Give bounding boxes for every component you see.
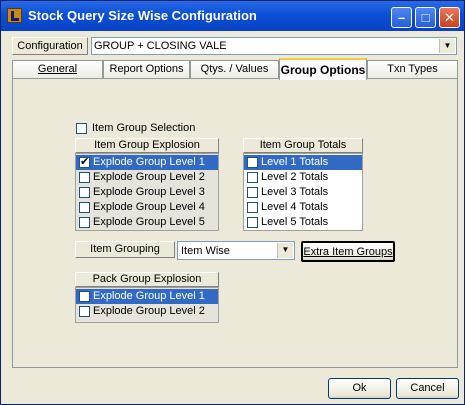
checkbox[interactable] xyxy=(79,306,90,317)
list-item[interactable]: Level 4 Totals xyxy=(244,200,362,215)
list-item[interactable]: Explode Group Level 4 xyxy=(76,200,218,215)
list-item[interactable]: Explode Group Level 1 xyxy=(76,289,218,304)
list-item-label: Level 4 Totals xyxy=(261,201,329,213)
checkbox[interactable] xyxy=(79,202,90,213)
cancel-label: Cancel xyxy=(410,382,445,394)
checkbox[interactable] xyxy=(79,155,90,168)
list-item-label: Level 5 Totals xyxy=(261,216,329,228)
list-item[interactable]: Explode Group Level 2 xyxy=(76,170,218,185)
close-button[interactable]: ✕ xyxy=(439,7,460,28)
chevron-down-icon[interactable]: ▼ xyxy=(439,39,455,53)
checkbox[interactable] xyxy=(247,187,258,198)
list-item[interactable]: Level 5 Totals xyxy=(244,215,362,230)
tab-report-options[interactable]: Report Options xyxy=(103,60,190,78)
tab-general-label: General xyxy=(37,63,78,75)
ok-label: Ok xyxy=(352,382,367,394)
extra-item-groups-label: Extra Item Groups xyxy=(303,246,393,258)
checkbox[interactable] xyxy=(79,172,90,183)
item-grouping-label: Item Grouping xyxy=(75,241,175,258)
configuration-dropdown[interactable]: GROUP + CLOSING VALE ▼ xyxy=(91,37,457,55)
window-title: Stock Query Size Wise Configuration xyxy=(28,8,257,23)
list-item-label: Explode Group Level 3 xyxy=(93,186,205,198)
list-item-label: Level 3 Totals xyxy=(261,186,329,198)
group-options-panel: Item Group Selection Item Group Explosio… xyxy=(12,78,458,368)
item-group-explosion-list[interactable]: Explode Group Level 1 Explode Group Leve… xyxy=(75,153,219,231)
checkbox[interactable] xyxy=(247,217,258,228)
list-item[interactable]: Explode Group Level 3 xyxy=(76,185,218,200)
list-item[interactable]: Explode Group Level 5 xyxy=(76,215,218,230)
item-group-selection-checkbox[interactable] xyxy=(76,123,87,134)
item-group-totals-list[interactable]: Level 1 Totals Level 2 Totals Level 3 To… xyxy=(243,153,363,231)
item-group-selection-label: Item Group Selection xyxy=(92,122,196,134)
checkbox[interactable] xyxy=(247,202,258,213)
list-item[interactable]: Level 3 Totals xyxy=(244,185,362,200)
minimize-button[interactable]: – xyxy=(391,7,412,28)
list-item[interactable]: Level 1 Totals xyxy=(244,155,362,170)
chevron-down-icon[interactable]: ▼ xyxy=(277,243,293,258)
item-group-explosion-group: Item Group Explosion Explode Group Level… xyxy=(75,138,219,232)
list-item-label: Explode Group Level 4 xyxy=(93,201,205,213)
checkbox[interactable] xyxy=(79,187,90,198)
pack-group-explosion-title: Pack Group Explosion xyxy=(75,272,219,287)
pack-group-explosion-list[interactable]: Explode Group Level 1 Explode Group Leve… xyxy=(75,287,219,323)
item-grouping-dropdown[interactable]: Item Wise ▼ xyxy=(177,241,295,260)
list-item-label: Explode Group Level 1 xyxy=(93,290,205,302)
dialog-window: Stock Query Size Wise Configuration – □ … xyxy=(0,0,465,405)
checkbox[interactable] xyxy=(79,291,90,302)
tab-qtys-values[interactable]: Qtys. / Values xyxy=(190,60,279,78)
extra-item-groups-button[interactable]: Extra Item Groups xyxy=(301,241,395,262)
checkbox[interactable] xyxy=(247,172,258,183)
tab-group-options[interactable]: Group Options xyxy=(279,58,367,80)
item-group-totals-group: Item Group Totals Level 1 Totals Level 2… xyxy=(243,138,363,232)
checkbox[interactable] xyxy=(79,217,90,228)
ok-button[interactable]: Ok xyxy=(328,378,391,399)
pack-group-explosion-group: Pack Group Explosion Explode Group Level… xyxy=(75,272,219,324)
item-group-explosion-title: Item Group Explosion xyxy=(75,138,219,153)
app-icon xyxy=(7,8,22,23)
list-item-label: Explode Group Level 2 xyxy=(93,171,205,183)
list-item-label: Explode Group Level 2 xyxy=(93,305,205,317)
item-group-totals-title: Item Group Totals xyxy=(243,138,363,153)
list-item[interactable]: Explode Group Level 2 xyxy=(76,304,218,319)
list-item[interactable]: Level 2 Totals xyxy=(244,170,362,185)
list-item-label: Explode Group Level 5 xyxy=(93,216,205,228)
list-item-label: Level 1 Totals xyxy=(261,156,329,168)
checkbox[interactable] xyxy=(247,157,258,168)
list-item-label: Explode Group Level 1 xyxy=(93,156,205,168)
maximize-button[interactable]: □ xyxy=(415,7,436,28)
configuration-value: GROUP + CLOSING VALE xyxy=(94,40,227,52)
tab-txn-types[interactable]: Txn Types xyxy=(367,60,458,78)
cancel-button[interactable]: Cancel xyxy=(396,378,459,399)
tab-general[interactable]: General xyxy=(12,60,103,78)
item-grouping-value: Item Wise xyxy=(181,245,230,257)
title-bar[interactable]: Stock Query Size Wise Configuration – □ … xyxy=(1,1,464,31)
list-item-label: Level 2 Totals xyxy=(261,171,329,183)
list-item[interactable]: Explode Group Level 1 xyxy=(76,155,218,170)
configuration-label: Configuration xyxy=(12,37,88,55)
